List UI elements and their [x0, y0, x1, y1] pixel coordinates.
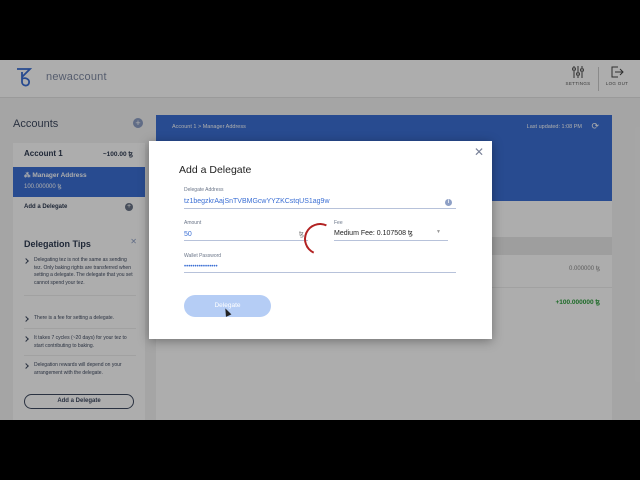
modal-title: Add a Delegate — [179, 164, 252, 176]
close-icon[interactable]: ✕ — [474, 145, 484, 159]
fee-select[interactable]: Medium Fee: 0.107508 ꜩ — [334, 229, 413, 237]
delegate-address-label: Delegate Address — [184, 187, 224, 193]
wallet-password-input[interactable]: •••••••••••••••• — [184, 264, 218, 270]
delegate-address-underline — [184, 208, 456, 209]
delegate-address-input[interactable]: tz1begzkrAajSnTVBMGcwYYZKCstqUS1ag9w — [184, 198, 330, 205]
app-window: newaccount SETTINGS LOG OUT Accounts + A… — [0, 60, 640, 420]
amount-label: Amount — [184, 220, 202, 226]
fee-label: Fee — [334, 220, 343, 226]
info-icon[interactable]: i — [445, 199, 452, 206]
add-delegate-modal: Add a Delegate ✕ Delegate Address tz1beg… — [149, 141, 492, 339]
password-underline — [184, 272, 456, 273]
fee-underline — [334, 240, 448, 241]
amount-input[interactable]: 50 — [184, 231, 192, 238]
amount-underline — [184, 240, 308, 241]
wallet-password-label: Wallet Password — [184, 253, 222, 259]
chevron-down-icon[interactable]: ▼ — [436, 229, 441, 235]
